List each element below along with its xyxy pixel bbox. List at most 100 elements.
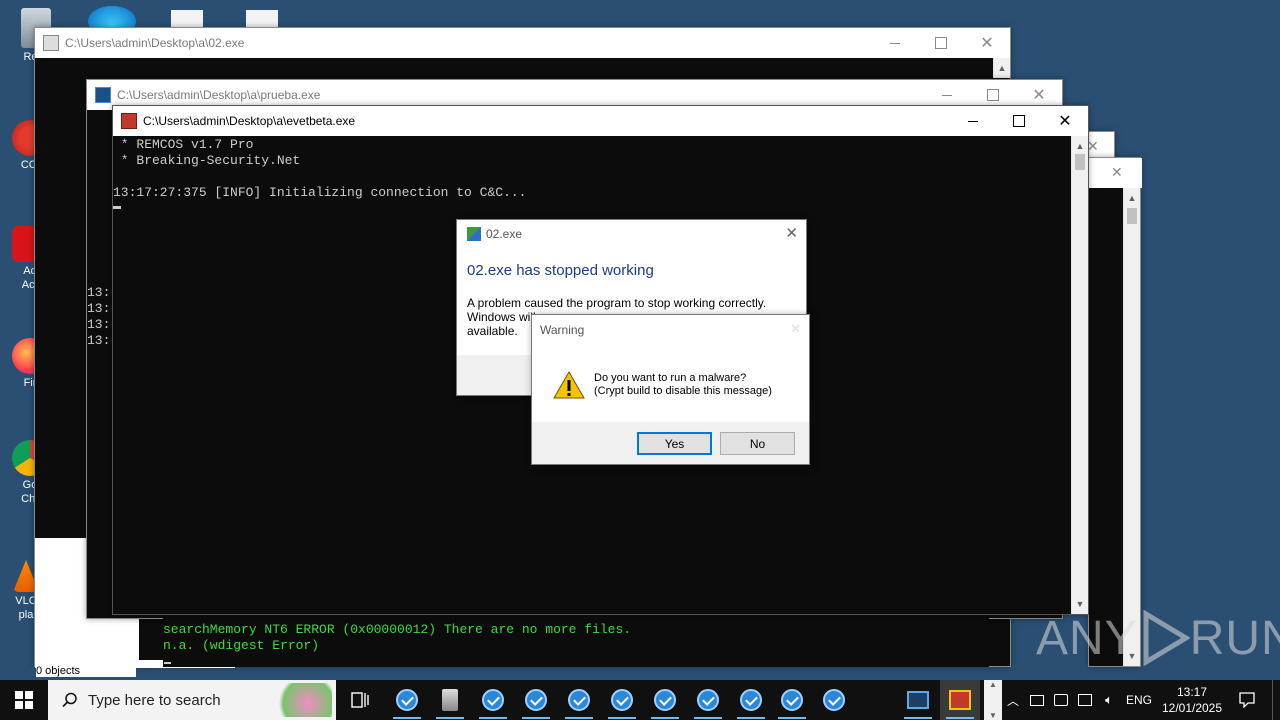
windows-logo-icon [15, 691, 33, 709]
display-icon [1054, 694, 1068, 706]
console-line: 13: [87, 317, 111, 332]
taskbar-app[interactable] [645, 680, 685, 720]
taskbar-app[interactable] [814, 680, 854, 720]
play-icon [1143, 610, 1190, 666]
taskbar-app[interactable] [898, 680, 938, 720]
maximize-button[interactable] [918, 28, 964, 58]
close-button[interactable]: ✕ [1042, 106, 1088, 136]
warning-message: Do you want to run a malware? (Crypt bui… [594, 372, 772, 398]
message-line: (Crypt build to disable this message) [594, 385, 772, 397]
search-box[interactable]: Type here to search [48, 680, 336, 720]
status-text: 0 objects [36, 665, 136, 677]
checkmark-app-icon [740, 689, 762, 711]
console-line: n.a. (wdigest Error) [163, 638, 320, 653]
task-view-button[interactable] [340, 680, 380, 720]
console-output: 13: 13: 13: 13: [87, 285, 112, 355]
start-button[interactable] [0, 680, 48, 720]
app-icon [467, 227, 481, 241]
taskbar-app[interactable] [559, 680, 599, 720]
ethernet-icon [1078, 694, 1092, 706]
watermark-text: RUN [1189, 611, 1280, 665]
scroll-up-arrow[interactable]: ▲ [1072, 138, 1088, 154]
taskbar-app[interactable] [602, 680, 642, 720]
message-line: Do you want to run a malware? [594, 372, 747, 384]
taskbar-app[interactable] [772, 680, 812, 720]
scrollbar[interactable]: ▲ [993, 58, 1010, 78]
cursor [164, 662, 171, 664]
gift-box-icon [121, 113, 137, 129]
console-line: 13: [87, 301, 111, 316]
scroll-thumb[interactable] [1127, 208, 1137, 224]
taskbar-app-active[interactable] [940, 680, 980, 720]
close-button[interactable]: ✕ [790, 321, 801, 337]
scroll-thumb[interactable] [1075, 154, 1085, 170]
window-title: C:\Users\admin\Desktop\a\02.exe [65, 36, 245, 50]
taskbar-app[interactable] [688, 680, 728, 720]
console-icon [95, 87, 111, 103]
language-indicator[interactable]: ENG [1124, 680, 1154, 720]
network-tray-icon[interactable] [1026, 680, 1048, 720]
window-title: C:\Users\admin\Desktop\a\evetbeta.exe [143, 114, 356, 128]
clock-date: 12/01/2025 [1161, 701, 1223, 715]
scrollbar[interactable]: ▲ ▼ [1071, 136, 1088, 614]
scroll-up-arrow[interactable]: ▲ [994, 60, 1010, 76]
checkmark-app-icon [525, 689, 547, 711]
search-highlight-image [272, 683, 332, 717]
clock-time: 13:17 [1176, 685, 1208, 699]
minimize-button[interactable] [950, 106, 996, 136]
taskbar-app[interactable] [430, 680, 470, 720]
cursor [113, 206, 121, 209]
search-icon [62, 692, 77, 708]
network-icon[interactable] [1074, 680, 1096, 720]
show-desktop-button[interactable] [1272, 680, 1280, 720]
watermark-text: ANY [1036, 611, 1138, 665]
task-view-icon [351, 692, 369, 708]
taskbar-app[interactable] [473, 680, 513, 720]
clock[interactable]: 13:17 12/01/2025 [1160, 680, 1224, 720]
warning-icon [553, 371, 585, 399]
close-button[interactable]: ✕ [964, 28, 1010, 58]
checkmark-app-icon [396, 689, 418, 711]
scrollbar[interactable]: ▲ ▼ [1123, 188, 1140, 666]
explorer-window-icon [43, 35, 59, 51]
console-line: 13: [87, 285, 111, 300]
yes-button[interactable]: Yes [637, 432, 712, 455]
scroll-up-arrow[interactable]: ▲ [1124, 190, 1140, 206]
title-bar[interactable]: C:\Users\admin\Desktop\a\02.exe ✕ [35, 28, 1010, 58]
show-hidden-icons-button[interactable]: ︿ [1004, 680, 1022, 720]
scroll-up-arrow[interactable]: ▲ [989, 680, 997, 689]
taskbar-app[interactable] [516, 680, 556, 720]
window-title: C:\Users\admin\Desktop\a\prueba.exe [117, 88, 321, 102]
tray-icon[interactable] [1050, 680, 1072, 720]
volume-button[interactable]: 🔈︎ [1098, 680, 1120, 720]
checkmark-app-icon [611, 689, 633, 711]
console-line: searchMemory NT6 ERROR (0x00000012) Ther… [163, 622, 632, 637]
notifications-button[interactable] [1232, 680, 1262, 720]
warning-dialog[interactable]: Warning ✕ Do you want to run a malware? … [531, 314, 810, 465]
anyrun-watermark: ANY RUN [1036, 608, 1280, 668]
window-fragment[interactable]: ✕ ▲ ▼ [1088, 157, 1142, 667]
checkmark-app-icon [781, 689, 803, 711]
file-app-icon [442, 689, 458, 711]
console-line: 13: [87, 333, 111, 348]
monitor-icon [1030, 694, 1044, 706]
checkmark-app-icon [823, 689, 845, 711]
minimize-button[interactable] [872, 28, 918, 58]
maximize-button[interactable] [996, 106, 1042, 136]
close-button[interactable]: ✕ [1111, 164, 1123, 181]
checkmark-app-icon [654, 689, 676, 711]
explorer-pane [35, 538, 87, 668]
no-button[interactable]: No [720, 432, 795, 455]
close-button[interactable]: ✕ [785, 224, 798, 242]
taskbar-scroll[interactable]: ▲ ▼ [984, 680, 1002, 720]
checkmark-app-icon [568, 689, 590, 711]
console-line: 13:17:27:375 [INFO] Initializing connect… [113, 185, 527, 200]
green-console-output: searchMemory NT6 ERROR (0x00000012) Ther… [163, 610, 989, 667]
scroll-down-arrow[interactable]: ▼ [989, 711, 997, 720]
title-bar[interactable]: C:\Users\admin\Desktop\a\evetbeta.exe ✕ [113, 106, 1088, 136]
search-placeholder: Type here to search [88, 691, 221, 709]
taskbar-app[interactable] [731, 680, 771, 720]
taskbar-app[interactable] [387, 680, 427, 720]
dialog-title: Warning [540, 323, 585, 337]
